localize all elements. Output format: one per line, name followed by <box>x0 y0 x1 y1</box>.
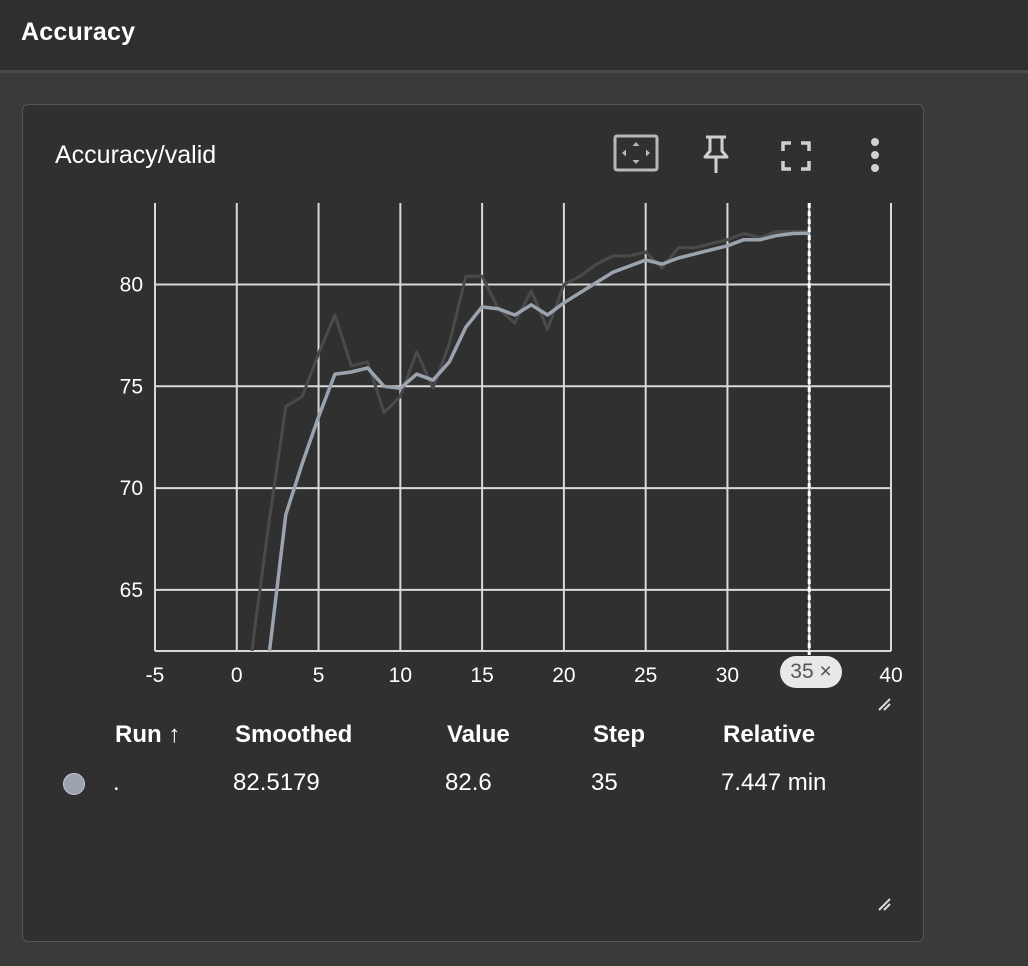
run-header-label: Run <box>115 721 162 748</box>
chart-resize-handle[interactable] <box>877 697 891 711</box>
column-header-run[interactable]: Run ↑ <box>115 721 180 749</box>
y-tick-label: 65 <box>120 579 143 602</box>
run-color-indicator <box>63 773 85 795</box>
x-tick-label: 30 <box>716 664 739 687</box>
column-header-value[interactable]: Value <box>447 721 510 749</box>
x-tick-label: 5 <box>313 664 325 687</box>
column-header-relative[interactable]: Relative <box>723 721 815 749</box>
x-tick-label: 25 <box>634 664 657 687</box>
sort-ascending-icon[interactable]: ↑ <box>168 721 180 748</box>
x-tick-label: 40 <box>879 664 902 687</box>
column-header-smoothed[interactable]: Smoothed <box>235 721 352 749</box>
selected-step-chip[interactable]: 35 × <box>780 656 842 688</box>
cell-run: . <box>113 769 120 796</box>
cell-step: 35 <box>591 769 618 796</box>
cell-value: 82.6 <box>445 769 492 796</box>
cell-smoothed: 82.5179 <box>233 769 320 796</box>
x-tick-label: -5 <box>146 664 165 687</box>
raw-series-line <box>250 230 810 651</box>
cell-relative: 7.447 min <box>721 769 827 796</box>
x-tick-label: 0 <box>231 664 243 687</box>
line-chart[interactable]: -5 0 5 10 15 20 25 30 40 65 70 75 80 <box>23 105 923 705</box>
x-tick-label: 20 <box>552 664 575 687</box>
y-tick-label: 75 <box>120 375 143 398</box>
y-tick-label: 80 <box>120 273 143 296</box>
scalar-card: Accuracy/valid -5 0 5 10 15 20 25 30 40 65 70 75 80 … <box>22 104 924 942</box>
column-header-step[interactable]: Step <box>593 721 645 749</box>
close-icon[interactable]: × <box>819 660 831 683</box>
selected-step-label: 35 <box>790 660 814 683</box>
x-tick-label: 10 <box>389 664 412 687</box>
y-tick-label: 70 <box>120 477 143 500</box>
section-header: Accuracy <box>0 0 1028 73</box>
section-title: Accuracy <box>21 18 136 46</box>
x-tick-label: 15 <box>470 664 493 687</box>
card-resize-handle[interactable] <box>877 897 891 911</box>
